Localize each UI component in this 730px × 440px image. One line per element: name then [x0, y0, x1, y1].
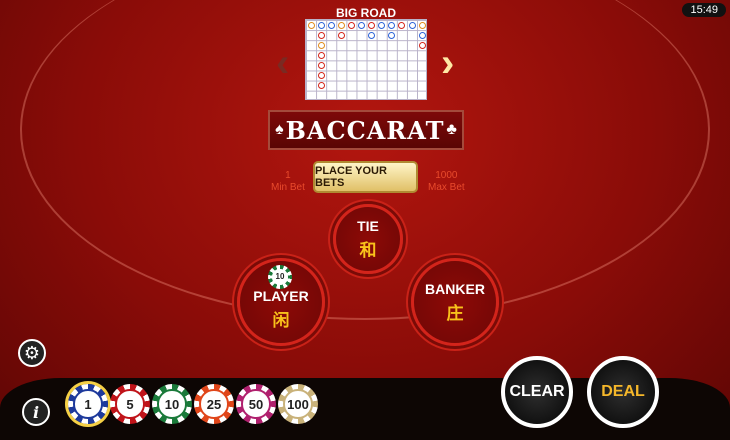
gear-icon[interactable]: ⚙ — [18, 339, 46, 367]
road-mark-banker — [317, 31, 325, 39]
road-mark-player — [388, 31, 396, 39]
status-clock: 15:49 — [682, 3, 726, 17]
chip-value: 5 — [115, 389, 145, 419]
banker-bet-spot[interactable]: BANKER 庄 — [411, 258, 499, 346]
road-mark-player — [317, 21, 325, 29]
spade-icon: ♠ — [275, 121, 284, 138]
tie-chinese-label: 和 — [359, 240, 377, 260]
chip-100[interactable]: 100 — [278, 384, 318, 424]
road-mark-banker — [418, 41, 426, 49]
club-icon: ♣ — [446, 121, 457, 138]
road-mark-tie — [317, 41, 325, 49]
info-icon[interactable]: i — [22, 398, 50, 426]
road-mark-player — [408, 21, 416, 29]
chip-5[interactable]: 5 — [110, 384, 150, 424]
road-mark-player — [358, 21, 365, 29]
chip-10[interactable]: 10 — [152, 384, 192, 424]
chip-value: 1 — [73, 389, 103, 419]
road-mark-tie — [307, 21, 315, 29]
chevron-left-icon[interactable]: ‹ — [276, 43, 289, 83]
road-mark-banker — [317, 72, 325, 79]
banker-chinese-label: 庄 — [446, 303, 464, 323]
game-logo: ♠ BACCARAT ♣ — [268, 110, 464, 150]
tie-label: TIE — [357, 217, 379, 234]
chip-value: 10 — [157, 389, 187, 419]
road-mark-player — [388, 21, 396, 29]
road-mark-banker — [337, 31, 345, 39]
chip-value: 50 — [241, 389, 271, 419]
road-mark-banker — [398, 21, 406, 29]
road-mark-tie — [337, 21, 345, 29]
player-bet-chip: 10 — [268, 265, 292, 289]
min-bet-label: Min Bet — [271, 182, 305, 193]
road-mark-banker — [317, 61, 325, 69]
road-mark-banker — [347, 21, 355, 29]
max-bet-value: 1000 — [435, 170, 458, 181]
min-bet-value: 1 — [285, 170, 291, 181]
player-label: PLAYER — [253, 287, 309, 304]
place-bets-banner: PLACE YOUR BETS — [313, 161, 418, 193]
max-bet-label: Max Bet — [428, 182, 465, 193]
chip-value: 100 — [283, 389, 313, 419]
clear-button[interactable]: CLEAR — [501, 356, 573, 428]
player-chinese-label: 闲 — [272, 310, 290, 330]
chip-1[interactable]: 1 — [68, 384, 108, 424]
road-mark-tie — [418, 21, 426, 29]
chip-value: 25 — [199, 389, 229, 419]
tie-bet-spot[interactable]: TIE 和 — [333, 204, 403, 274]
chip-25[interactable]: 25 — [194, 384, 234, 424]
road-title: BIG ROAD — [336, 6, 396, 20]
min-bet: 1 Min Bet — [271, 170, 305, 194]
player-bet-chip-value: 10 — [272, 269, 288, 285]
road-mark-player — [378, 21, 386, 29]
banker-label: BANKER — [425, 280, 485, 297]
road-mark-banker — [317, 82, 325, 90]
chip-50[interactable]: 50 — [236, 384, 276, 424]
road-mark-player — [418, 31, 426, 39]
game-title: BACCARAT — [285, 115, 445, 145]
road-mark-banker — [368, 21, 376, 29]
deal-button[interactable]: DEAL — [587, 356, 659, 428]
chevron-right-icon[interactable]: › — [441, 43, 454, 83]
road-mark-player — [368, 31, 376, 39]
road-mark-player — [327, 21, 335, 29]
road-mark-banker — [317, 51, 325, 59]
max-bet: 1000 Max Bet — [428, 170, 465, 194]
big-road-grid — [305, 19, 427, 100]
